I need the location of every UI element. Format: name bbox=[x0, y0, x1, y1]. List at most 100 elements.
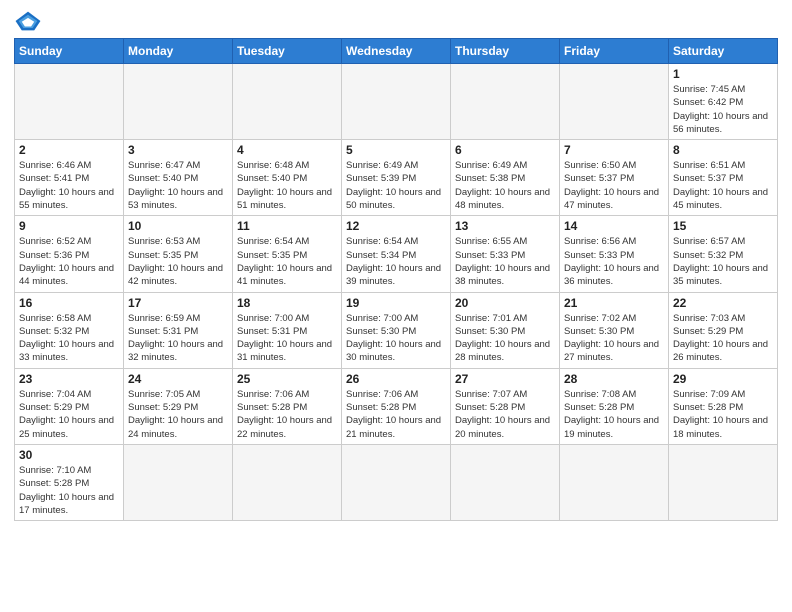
calendar: SundayMondayTuesdayWednesdayThursdayFrid… bbox=[14, 38, 778, 521]
weekday-header-thursday: Thursday bbox=[451, 39, 560, 64]
day-info: Sunrise: 6:47 AM Sunset: 5:40 PM Dayligh… bbox=[128, 159, 228, 212]
day-number: 9 bbox=[19, 219, 119, 233]
day-info: Sunrise: 7:09 AM Sunset: 5:28 PM Dayligh… bbox=[673, 388, 773, 441]
day-info: Sunrise: 6:52 AM Sunset: 5:36 PM Dayligh… bbox=[19, 235, 119, 288]
day-info: Sunrise: 7:02 AM Sunset: 5:30 PM Dayligh… bbox=[564, 312, 664, 365]
day-number: 2 bbox=[19, 143, 119, 157]
calendar-cell: 18Sunrise: 7:00 AM Sunset: 5:31 PM Dayli… bbox=[233, 292, 342, 368]
weekday-header-saturday: Saturday bbox=[669, 39, 778, 64]
logo-icon bbox=[14, 10, 42, 32]
day-number: 25 bbox=[237, 372, 337, 386]
weekday-header-row: SundayMondayTuesdayWednesdayThursdayFrid… bbox=[15, 39, 778, 64]
day-number: 6 bbox=[455, 143, 555, 157]
calendar-cell: 27Sunrise: 7:07 AM Sunset: 5:28 PM Dayli… bbox=[451, 368, 560, 444]
calendar-cell: 2 Sunrise: 6:46 AM Sunset: 5:41 PM Daylig… bbox=[15, 140, 124, 216]
day-number: 24 bbox=[128, 372, 228, 386]
calendar-cell: 26Sunrise: 7:06 AM Sunset: 5:28 PM Dayli… bbox=[342, 368, 451, 444]
day-number: 30 bbox=[19, 448, 119, 462]
day-number: 4 bbox=[237, 143, 337, 157]
day-info: Sunrise: 7:06 AM Sunset: 5:28 PM Dayligh… bbox=[346, 388, 446, 441]
day-info: Sunrise: 7:00 AM Sunset: 5:30 PM Dayligh… bbox=[346, 312, 446, 365]
calendar-cell bbox=[15, 64, 124, 140]
calendar-cell: 10Sunrise: 6:53 AM Sunset: 5:35 PM Dayli… bbox=[124, 216, 233, 292]
calendar-cell: 13Sunrise: 6:55 AM Sunset: 5:33 PM Dayli… bbox=[451, 216, 560, 292]
calendar-cell bbox=[669, 444, 778, 520]
day-info: Sunrise: 7:06 AM Sunset: 5:28 PM Dayligh… bbox=[237, 388, 337, 441]
calendar-cell: 15 Sunrise: 6:57 AM Sunset: 5:32 PM Dayli… bbox=[669, 216, 778, 292]
day-number: 19 bbox=[346, 296, 446, 310]
day-info: Sunrise: 6:53 AM Sunset: 5:35 PM Dayligh… bbox=[128, 235, 228, 288]
week-row-6: 30 Sunrise: 7:10 AM Sunset: 5:28 PM Dayli… bbox=[15, 444, 778, 520]
day-info: Sunrise: 7:04 AM Sunset: 5:29 PM Dayligh… bbox=[19, 388, 119, 441]
calendar-cell bbox=[451, 64, 560, 140]
day-info: Sunrise: 6:50 AM Sunset: 5:37 PM Dayligh… bbox=[564, 159, 664, 212]
calendar-cell: 3 Sunrise: 6:47 AM Sunset: 5:40 PM Daylig… bbox=[124, 140, 233, 216]
calendar-cell: 17Sunrise: 6:59 AM Sunset: 5:31 PM Dayli… bbox=[124, 292, 233, 368]
calendar-cell bbox=[233, 444, 342, 520]
calendar-cell bbox=[560, 64, 669, 140]
weekday-header-tuesday: Tuesday bbox=[233, 39, 342, 64]
day-number: 20 bbox=[455, 296, 555, 310]
day-number: 29 bbox=[673, 372, 773, 386]
day-info: Sunrise: 6:57 AM Sunset: 5:32 PM Dayligh… bbox=[673, 235, 773, 288]
calendar-cell: 6 Sunrise: 6:49 AM Sunset: 5:38 PM Daylig… bbox=[451, 140, 560, 216]
calendar-cell: 23 Sunrise: 7:04 AM Sunset: 5:29 PM Dayli… bbox=[15, 368, 124, 444]
calendar-cell bbox=[560, 444, 669, 520]
week-row-1: 1Sunrise: 7:45 AM Sunset: 6:42 PM Daylig… bbox=[15, 64, 778, 140]
calendar-cell: 28Sunrise: 7:08 AM Sunset: 5:28 PM Dayli… bbox=[560, 368, 669, 444]
day-info: Sunrise: 6:49 AM Sunset: 5:39 PM Dayligh… bbox=[346, 159, 446, 212]
calendar-cell: 11 Sunrise: 6:54 AM Sunset: 5:35 PM Dayli… bbox=[233, 216, 342, 292]
day-number: 28 bbox=[564, 372, 664, 386]
day-number: 21 bbox=[564, 296, 664, 310]
day-info: Sunrise: 6:49 AM Sunset: 5:38 PM Dayligh… bbox=[455, 159, 555, 212]
day-number: 3 bbox=[128, 143, 228, 157]
day-info: Sunrise: 7:45 AM Sunset: 6:42 PM Dayligh… bbox=[673, 83, 773, 136]
day-info: Sunrise: 6:46 AM Sunset: 5:41 PM Dayligh… bbox=[19, 159, 119, 212]
calendar-cell bbox=[124, 64, 233, 140]
day-number: 23 bbox=[19, 372, 119, 386]
day-number: 8 bbox=[673, 143, 773, 157]
day-number: 15 bbox=[673, 219, 773, 233]
logo bbox=[14, 10, 46, 32]
calendar-cell: 22 Sunrise: 7:03 AM Sunset: 5:29 PM Dayli… bbox=[669, 292, 778, 368]
calendar-cell: 8Sunrise: 6:51 AM Sunset: 5:37 PM Daylig… bbox=[669, 140, 778, 216]
week-row-4: 16Sunrise: 6:58 AM Sunset: 5:32 PM Dayli… bbox=[15, 292, 778, 368]
day-info: Sunrise: 7:10 AM Sunset: 5:28 PM Dayligh… bbox=[19, 464, 119, 517]
day-info: Sunrise: 6:54 AM Sunset: 5:35 PM Dayligh… bbox=[237, 235, 337, 288]
day-info: Sunrise: 7:07 AM Sunset: 5:28 PM Dayligh… bbox=[455, 388, 555, 441]
day-info: Sunrise: 7:05 AM Sunset: 5:29 PM Dayligh… bbox=[128, 388, 228, 441]
calendar-cell: 29 Sunrise: 7:09 AM Sunset: 5:28 PM Dayli… bbox=[669, 368, 778, 444]
calendar-cell: 5 Sunrise: 6:49 AM Sunset: 5:39 PM Daylig… bbox=[342, 140, 451, 216]
calendar-cell: 14 Sunrise: 6:56 AM Sunset: 5:33 PM Dayli… bbox=[560, 216, 669, 292]
day-info: Sunrise: 6:59 AM Sunset: 5:31 PM Dayligh… bbox=[128, 312, 228, 365]
week-row-5: 23 Sunrise: 7:04 AM Sunset: 5:29 PM Dayli… bbox=[15, 368, 778, 444]
day-info: Sunrise: 7:01 AM Sunset: 5:30 PM Dayligh… bbox=[455, 312, 555, 365]
day-number: 16 bbox=[19, 296, 119, 310]
weekday-header-wednesday: Wednesday bbox=[342, 39, 451, 64]
calendar-cell: 16Sunrise: 6:58 AM Sunset: 5:32 PM Dayli… bbox=[15, 292, 124, 368]
calendar-cell bbox=[342, 444, 451, 520]
day-info: Sunrise: 6:48 AM Sunset: 5:40 PM Dayligh… bbox=[237, 159, 337, 212]
day-info: Sunrise: 6:55 AM Sunset: 5:33 PM Dayligh… bbox=[455, 235, 555, 288]
calendar-cell bbox=[233, 64, 342, 140]
weekday-header-sunday: Sunday bbox=[15, 39, 124, 64]
day-number: 12 bbox=[346, 219, 446, 233]
calendar-cell: 19 Sunrise: 7:00 AM Sunset: 5:30 PM Dayli… bbox=[342, 292, 451, 368]
calendar-cell: 4 Sunrise: 6:48 AM Sunset: 5:40 PM Daylig… bbox=[233, 140, 342, 216]
week-row-3: 9 Sunrise: 6:52 AM Sunset: 5:36 PM Daylig… bbox=[15, 216, 778, 292]
header bbox=[14, 10, 778, 32]
calendar-cell: 24 Sunrise: 7:05 AM Sunset: 5:29 PM Dayli… bbox=[124, 368, 233, 444]
page: SundayMondayTuesdayWednesdayThursdayFrid… bbox=[0, 0, 792, 612]
day-info: Sunrise: 6:56 AM Sunset: 5:33 PM Dayligh… bbox=[564, 235, 664, 288]
calendar-cell: 25 Sunrise: 7:06 AM Sunset: 5:28 PM Dayli… bbox=[233, 368, 342, 444]
day-number: 5 bbox=[346, 143, 446, 157]
day-number: 14 bbox=[564, 219, 664, 233]
calendar-cell: 9 Sunrise: 6:52 AM Sunset: 5:36 PM Daylig… bbox=[15, 216, 124, 292]
day-info: Sunrise: 7:03 AM Sunset: 5:29 PM Dayligh… bbox=[673, 312, 773, 365]
day-info: Sunrise: 7:00 AM Sunset: 5:31 PM Dayligh… bbox=[237, 312, 337, 365]
day-number: 11 bbox=[237, 219, 337, 233]
calendar-cell: 20 Sunrise: 7:01 AM Sunset: 5:30 PM Dayli… bbox=[451, 292, 560, 368]
day-info: Sunrise: 6:54 AM Sunset: 5:34 PM Dayligh… bbox=[346, 235, 446, 288]
day-number: 22 bbox=[673, 296, 773, 310]
calendar-cell bbox=[451, 444, 560, 520]
